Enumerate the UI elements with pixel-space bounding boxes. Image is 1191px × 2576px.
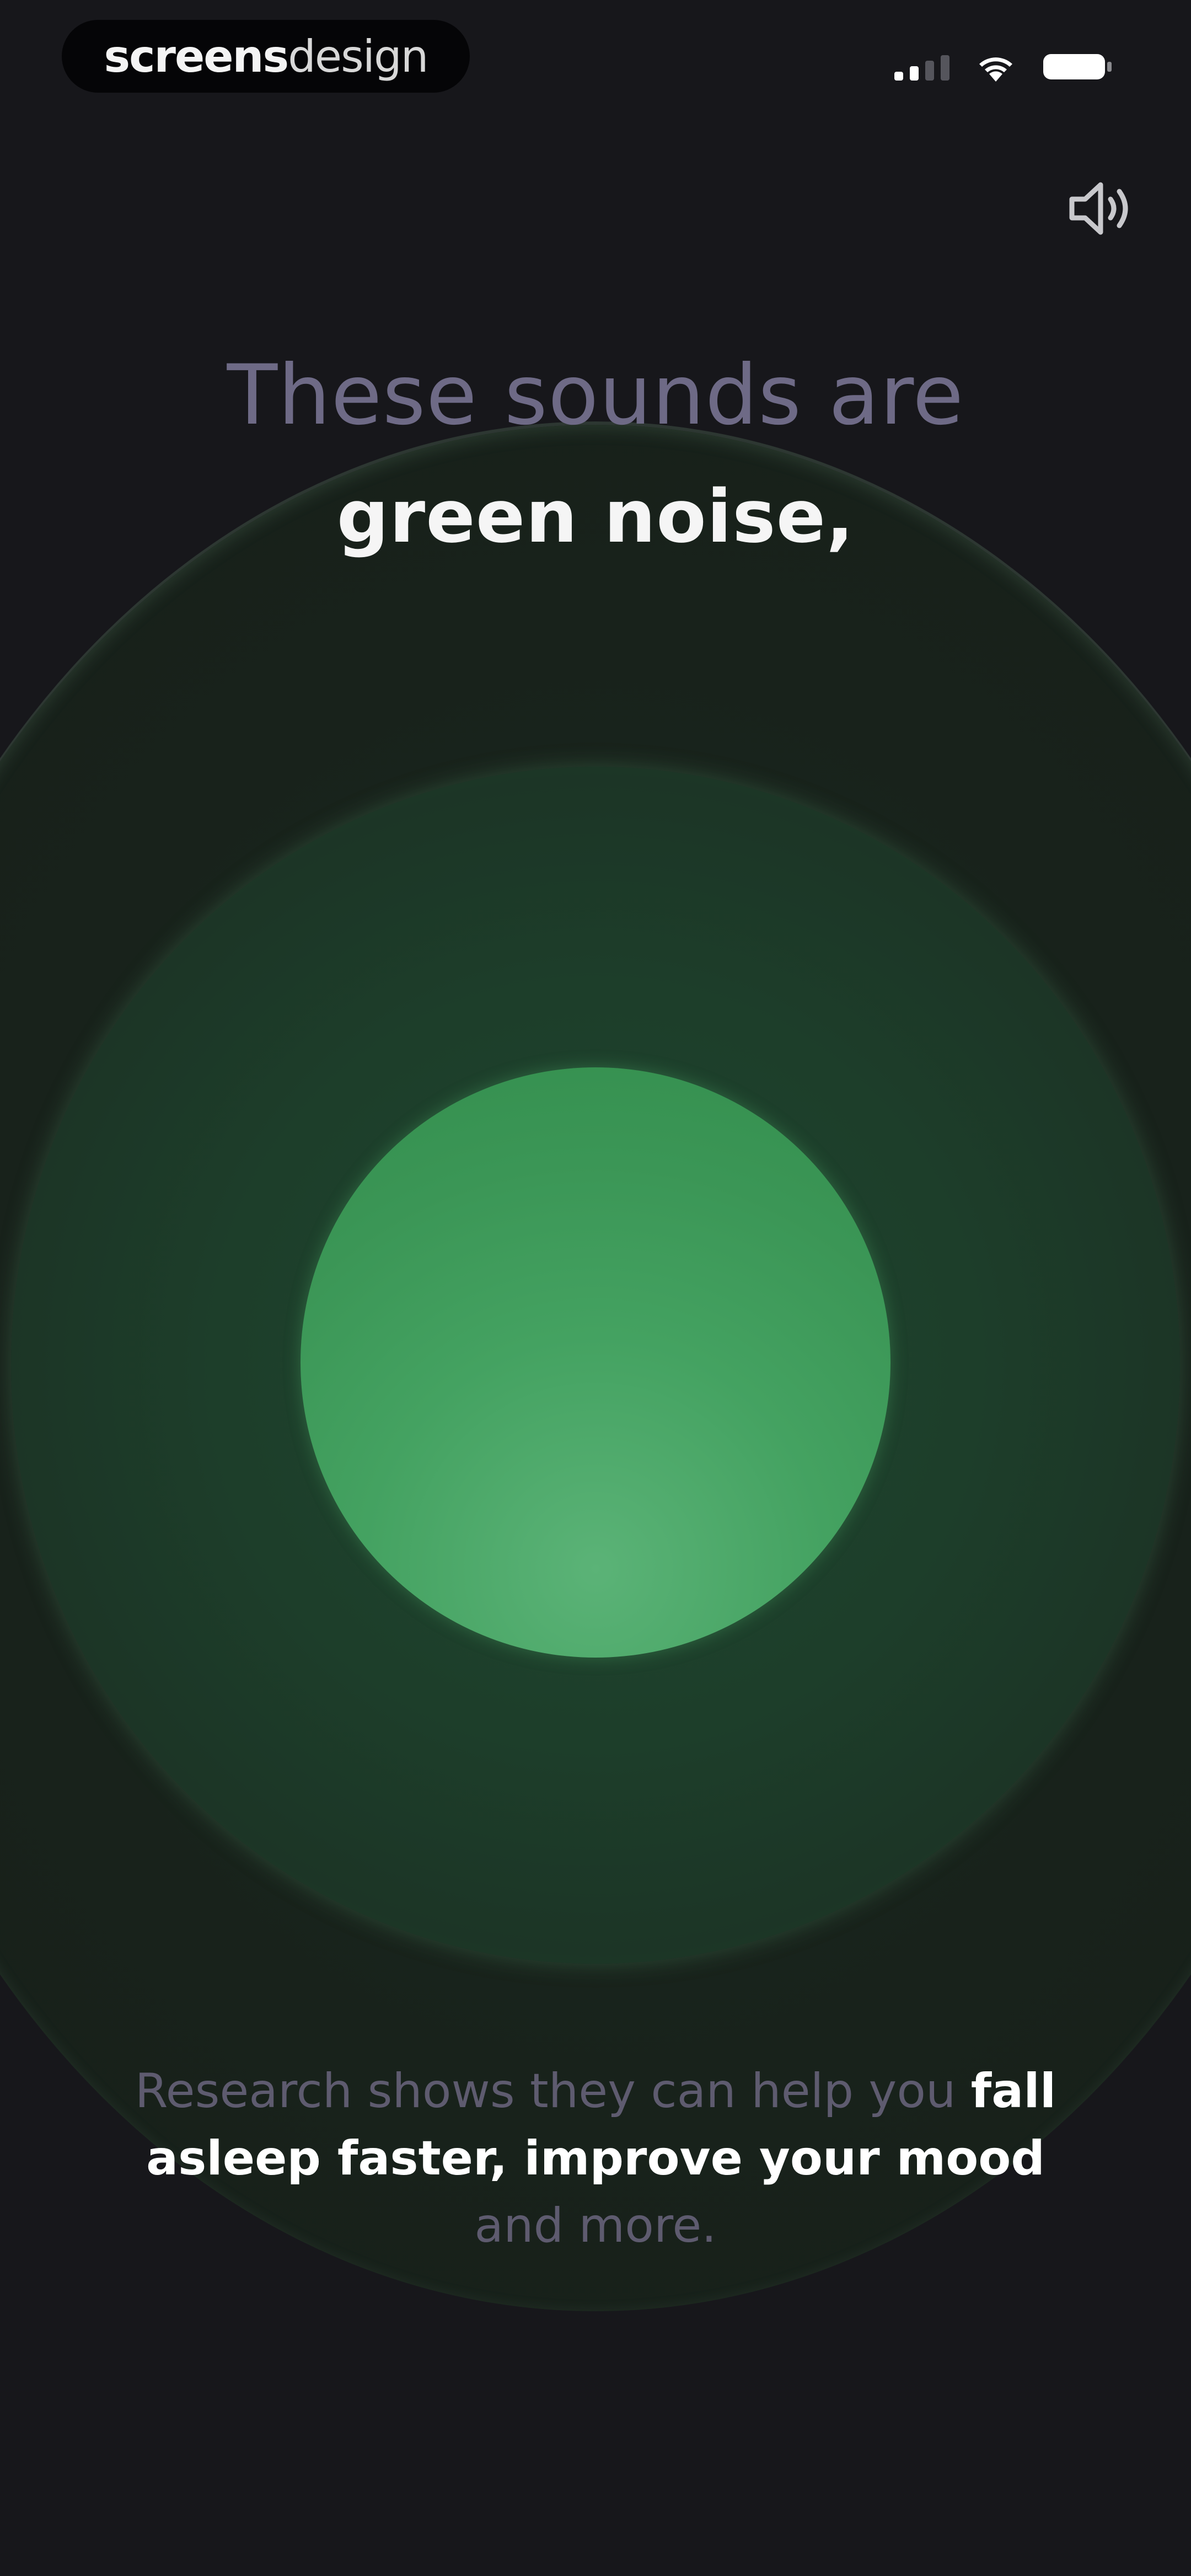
watermark-light-text: design xyxy=(288,30,428,82)
headline-title: green noise, xyxy=(336,474,855,559)
body-description: Research shows they can help you fall as… xyxy=(99,2057,1092,2259)
watermark-bold-text: screens xyxy=(104,30,289,82)
body-text-end: and more. xyxy=(474,2198,717,2253)
body-text-start: Research shows they can help you xyxy=(135,2064,971,2119)
battery-icon xyxy=(1042,50,1114,83)
status-bar xyxy=(894,44,1114,88)
headline-intro: These sounds are xyxy=(227,348,964,443)
speaker-icon xyxy=(1064,178,1136,241)
wifi-icon xyxy=(974,50,1018,83)
screen: screens design These sounds are green no… xyxy=(0,0,1191,2576)
sound-toggle-button[interactable] xyxy=(1059,177,1141,243)
inner-sound-orb xyxy=(301,1067,890,1658)
cellular-signal-icon xyxy=(894,52,949,81)
watermark-logo: screens design xyxy=(62,20,470,93)
